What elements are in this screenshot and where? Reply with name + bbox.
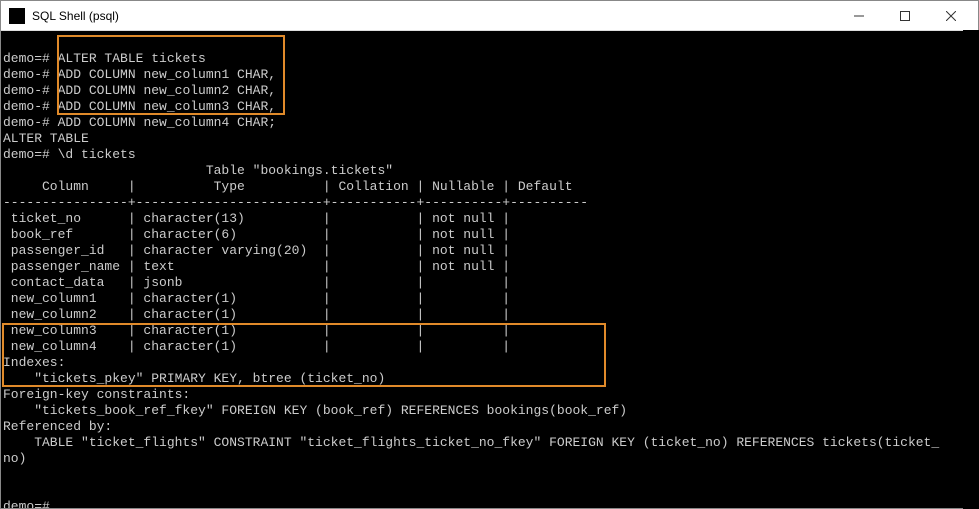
- index-line: "tickets_pkey" PRIMARY KEY, btree (ticke…: [3, 371, 385, 386]
- maximize-button[interactable]: [882, 1, 928, 31]
- prompt-cont: demo-#: [3, 83, 50, 98]
- minimize-icon: [854, 11, 864, 21]
- prompt: demo=#: [3, 499, 50, 508]
- sql-line: ADD COLUMN new_column3 CHAR,: [58, 99, 276, 114]
- vertical-scrollbar[interactable]: [963, 30, 979, 509]
- ref-label: Referenced by:: [3, 419, 112, 434]
- prompt: demo=#: [3, 51, 50, 66]
- ref-line: TABLE "ticket_flights" CONSTRAINT "ticke…: [3, 435, 939, 450]
- ref-line: no): [3, 451, 26, 466]
- describe-cmd: \d tickets: [58, 147, 136, 162]
- prompt-cont: demo-#: [3, 115, 50, 130]
- window-controls: [836, 1, 974, 31]
- close-icon: [946, 11, 956, 21]
- table-divider: ----------------+-----------------------…: [3, 195, 588, 210]
- minimize-button[interactable]: [836, 1, 882, 31]
- app-icon: [9, 8, 25, 24]
- table-title-line: Table "bookings.tickets": [3, 163, 393, 178]
- sql-line: ALTER TABLE tickets: [58, 51, 206, 66]
- prompt-cont: demo-#: [3, 67, 50, 82]
- indexes-label: Indexes:: [3, 355, 65, 370]
- fk-line: "tickets_book_ref_fkey" FOREIGN KEY (boo…: [3, 403, 627, 418]
- prompt-cont: demo-#: [3, 99, 50, 114]
- prompt: demo=#: [3, 147, 50, 162]
- terminal-area[interactable]: demo=# ALTER TABLE tickets demo-# ADD CO…: [1, 31, 978, 508]
- window-titlebar: SQL Shell (psql): [1, 1, 978, 31]
- table-body: ticket_no | character(13) | | not null |…: [3, 211, 580, 354]
- sql-line: ADD COLUMN new_column4 CHAR;: [58, 115, 276, 130]
- alter-response: ALTER TABLE: [3, 131, 89, 146]
- close-button[interactable]: [928, 1, 974, 31]
- table-header-line: Column | Type | Collation | Nullable | D…: [3, 179, 580, 194]
- maximize-icon: [900, 11, 910, 21]
- sql-line: ADD COLUMN new_column1 CHAR,: [58, 67, 276, 82]
- fk-label: Foreign-key constraints:: [3, 387, 190, 402]
- sql-line: ADD COLUMN new_column2 CHAR,: [58, 83, 276, 98]
- window-title: SQL Shell (psql): [32, 9, 836, 23]
